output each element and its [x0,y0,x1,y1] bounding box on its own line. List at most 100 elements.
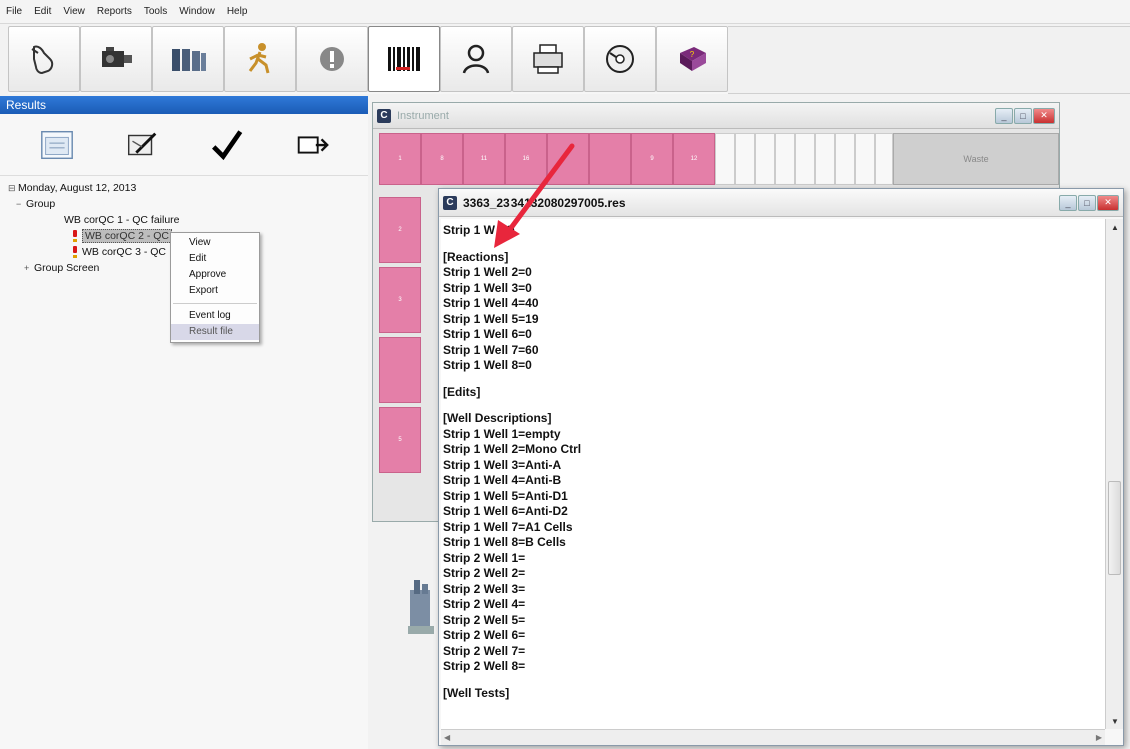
camera-button[interactable] [80,26,152,92]
menu-item-view[interactable]: View [171,235,259,251]
app-icon: C [443,195,457,210]
menu-reports[interactable]: Reports [97,6,132,17]
minimize-button[interactable]: _ [1059,194,1077,211]
result-line: Strip 1 Well 2=Mono Ctrl [443,442,582,456]
scroll-thumb[interactable] [1108,481,1121,575]
collapse-icon[interactable]: − [16,199,26,209]
empty-slot[interactable] [855,133,875,185]
tree-group-label: Group [26,198,56,210]
main-toolbar: ? [8,26,1130,94]
barcode-button[interactable] [368,26,440,92]
result-line: Strip 1 Well 7=60 [443,342,539,357]
results-toolbar [0,114,368,176]
printer-button[interactable] [512,26,584,92]
edit-result-button[interactable] [119,122,165,168]
result-line [443,675,1103,686]
rack-well[interactable]: 1 [379,133,421,185]
horizontal-scrollbar[interactable]: ◀ ▶ [441,729,1105,745]
tree-result-label: WB corQC 2 - QC [82,229,173,243]
menu-tools[interactable]: Tools [144,6,167,17]
rack-well[interactable] [379,337,421,403]
rack-well[interactable]: 8 [421,133,463,185]
tree-result-label: WB corQC 3 - QC [82,246,167,258]
rack-well[interactable]: 3 [379,267,421,333]
rack-well[interactable]: 2 [379,197,421,263]
menu-item-approve[interactable]: Approve [171,267,259,283]
tree-date-node[interactable]: ⊟ Monday, August 12, 2013 [8,180,360,196]
result-line: Strip 2 Well 8= [443,659,526,673]
export-button[interactable] [289,122,335,168]
result-line [443,400,1103,411]
menu-item-event-log[interactable]: Event log [171,308,259,324]
empty-slot[interactable] [755,133,775,185]
instrument-title-bar[interactable]: C Instrument _ □ ✕ [373,103,1059,129]
result-line: Strip 1 Well 5=Anti-D1 [443,488,568,503]
empty-slot[interactable] [775,133,795,185]
menu-separator [173,303,257,304]
scroll-down-icon[interactable]: ▼ [1107,714,1123,728]
help-book-button[interactable]: ? [656,26,728,92]
close-button[interactable]: ✕ [1097,194,1119,211]
warning-icon [72,230,78,242]
rack-well[interactable]: 12 [673,133,715,185]
tree-group-screen-label: Group Screen [34,262,100,274]
menu-view[interactable]: View [63,6,85,17]
tree-result-item[interactable]: WB corQC 1 - QC failure [8,212,360,228]
result-line: Strip 1 Well 8=0 [443,358,532,372]
empty-slot[interactable] [735,133,755,185]
disc-button[interactable] [584,26,656,92]
result-line: [Reactions] [443,249,509,264]
empty-slot[interactable] [795,133,815,185]
result-line: Strip 2 Well 5= [443,612,526,627]
scroll-left-icon[interactable]: ◀ [444,733,450,742]
scroll-right-icon[interactable]: ▶ [1096,733,1102,742]
result-line: Strip 1 Well 2=0 [443,265,532,279]
expand-icon[interactable]: + [24,263,34,273]
rack-well[interactable] [589,133,631,185]
empty-slot[interactable] [875,133,893,185]
minimize-button[interactable]: _ [995,107,1013,124]
report-view-icon [40,130,73,160]
empty-slot[interactable] [815,133,835,185]
runner-button[interactable] [224,26,296,92]
rack-button[interactable] [152,26,224,92]
approve-button[interactable] [204,122,250,168]
context-menu: View Edit Approve Export Event log Resul… [170,232,260,343]
result-file-content[interactable]: Strip 1 W =Q [Reactions] Strip 1 Well 2=0 S… [441,219,1105,729]
result-file-window: C 3363_23 34132080297005.res _ □ ✕ Strip… [438,188,1124,746]
rack-well[interactable]: 9 [631,133,673,185]
menu-help[interactable]: Help [227,6,248,17]
result-line: [Edits] [443,384,481,399]
result-line: Strip 2 Well 6= [443,628,526,642]
user-search-button[interactable] [440,26,512,92]
menu-window[interactable]: Window [179,6,215,17]
hand-pointer-button[interactable] [8,26,80,92]
waste-container[interactable]: Waste [893,133,1059,185]
report-view-button[interactable] [34,122,80,168]
result-line: Strip 1 Well 3=Anti-A [443,457,562,472]
camera-icon [102,47,132,67]
app-icon: C [377,108,391,123]
tree-result-label: WB corQC 1 - QC failure [64,214,180,226]
empty-slot[interactable] [715,133,735,185]
alert-button[interactable] [296,26,368,92]
rack-icon [172,49,206,71]
rack-well[interactable]: 5 [379,407,421,473]
checkmark-icon [211,130,242,161]
empty-slot[interactable] [835,133,855,185]
close-button[interactable]: ✕ [1033,107,1055,124]
tree-group-node[interactable]: − Group [8,196,360,212]
menu-item-export[interactable]: Export [171,283,259,299]
maximize-button[interactable]: □ [1014,107,1032,124]
collapse-icon[interactable]: ⊟ [8,183,18,194]
vertical-scrollbar[interactable]: ▲ ▼ [1105,219,1123,729]
scroll-up-icon[interactable]: ▲ [1107,220,1123,234]
menu-file[interactable]: File [6,6,22,17]
result-line: Strip 2 Well 3= [443,581,526,596]
menu-item-result-file[interactable]: Result file [171,324,259,340]
result-line: Strip 1 Well 8=B Cells [443,535,566,549]
menu-item-edit[interactable]: Edit [171,251,259,267]
toolbar-spacer [728,26,1130,94]
menu-edit[interactable]: Edit [34,6,51,17]
maximize-button[interactable]: □ [1078,194,1096,211]
